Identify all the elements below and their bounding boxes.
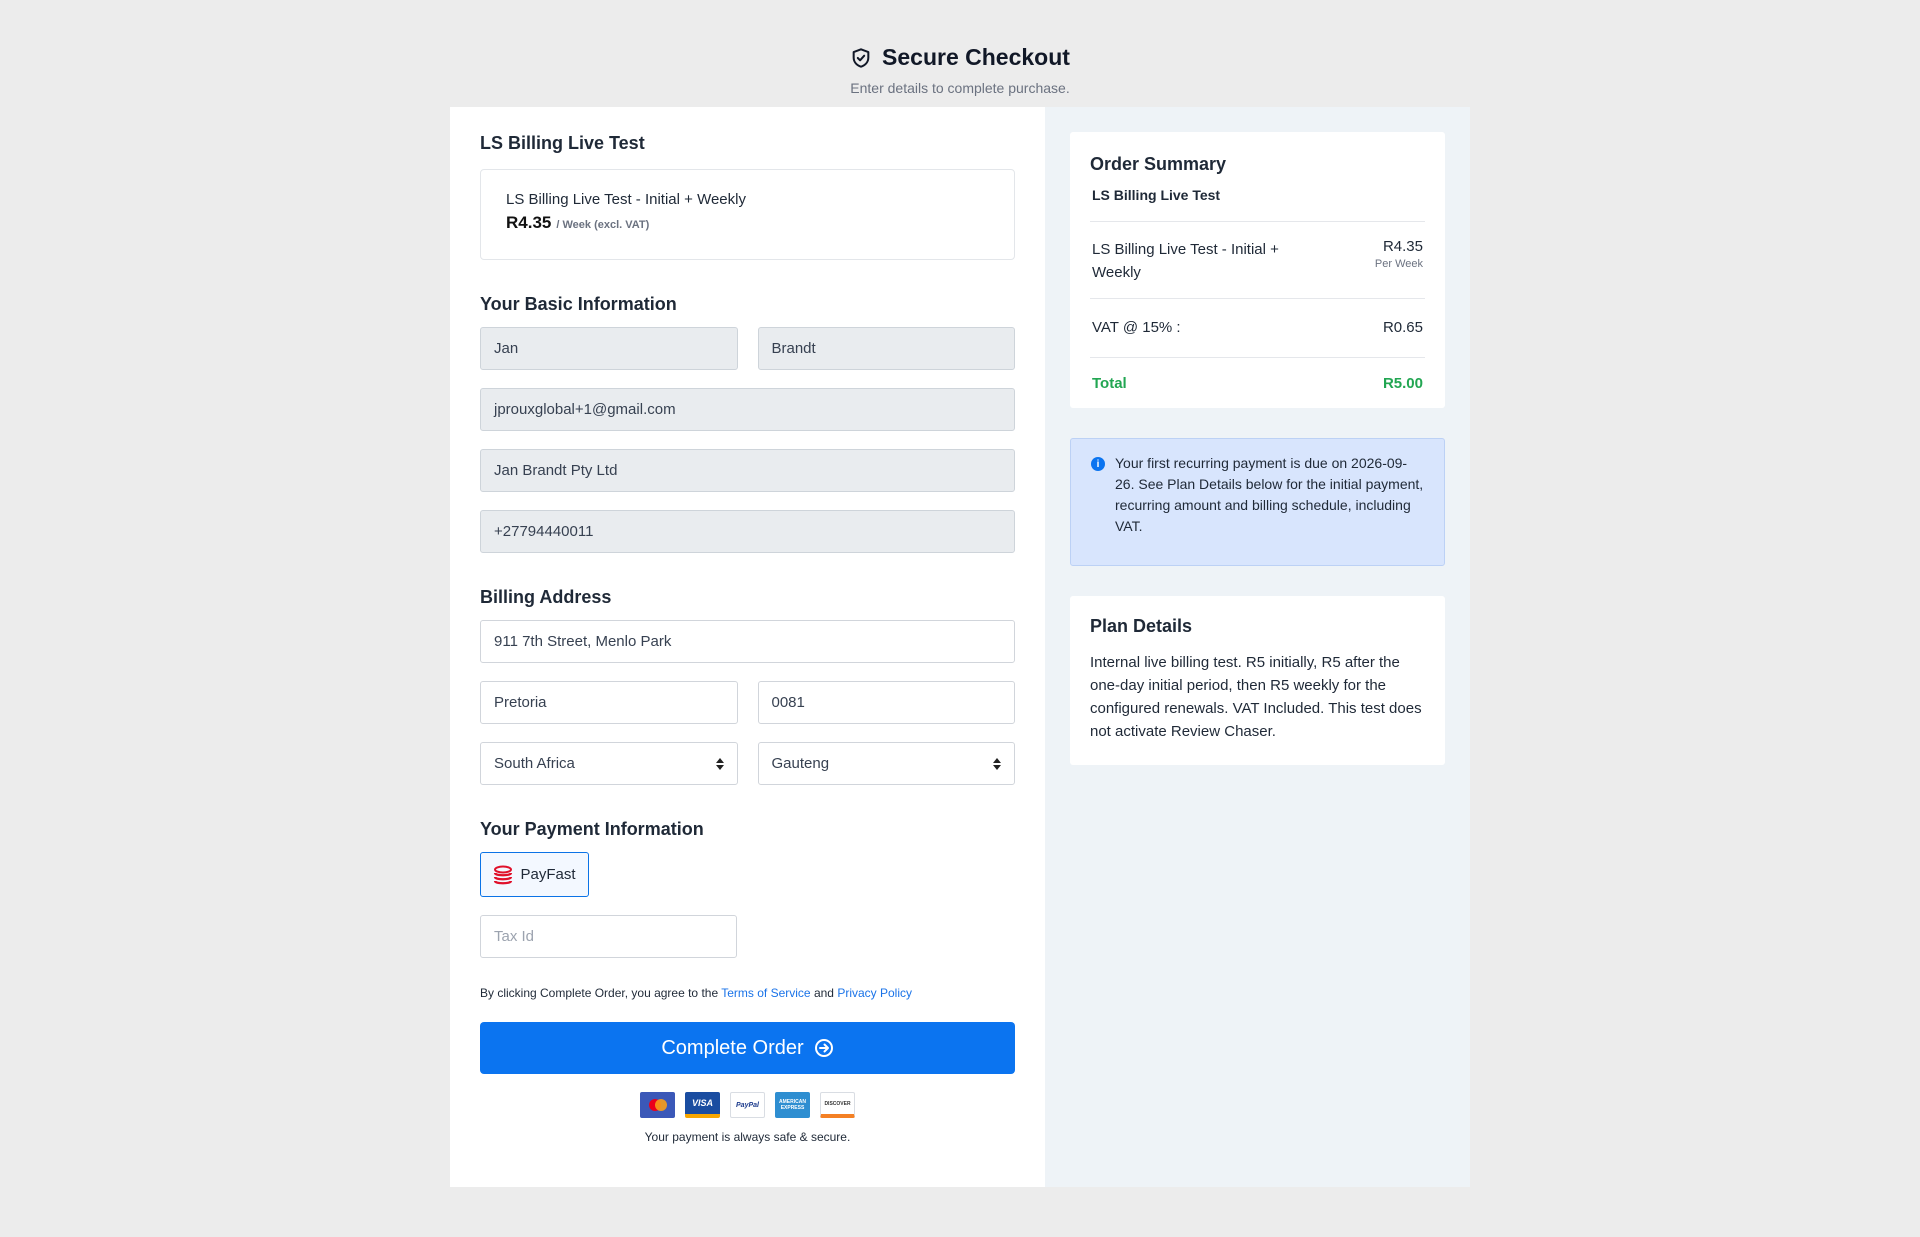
vat-label: VAT @ 15% : bbox=[1092, 319, 1181, 336]
order-summary-panel: Order Summary LS Billing Live Test LS Bi… bbox=[1070, 132, 1445, 408]
info-icon: i bbox=[1091, 457, 1105, 471]
sidebar: Order Summary LS Billing Live Test LS Bi… bbox=[1045, 107, 1470, 1187]
order-summary-title: Order Summary bbox=[1090, 154, 1227, 174]
notice-text: Your first recurring payment is due on 2… bbox=[1115, 455, 1424, 534]
plan-details-text: Internal live billing test. R5 initially… bbox=[1090, 654, 1422, 740]
price-unit: / Week (excl. VAT) bbox=[556, 219, 650, 231]
state-select-value: Gauteng bbox=[771, 755, 830, 772]
country-state-row: South Africa Gauteng bbox=[480, 742, 1015, 785]
basic-info-title: Your Basic Information bbox=[480, 294, 677, 314]
email-input[interactable]: jprouxglobal+1@gmail.com bbox=[480, 388, 1015, 431]
page-title: Secure Checkout bbox=[850, 44, 1070, 71]
secure-payment-text: Your payment is always safe & secure. bbox=[644, 1130, 851, 1144]
complete-order-label: Complete Order bbox=[661, 1036, 804, 1059]
shield-check-icon bbox=[852, 47, 870, 68]
country-select[interactable]: South Africa bbox=[480, 742, 738, 785]
line-item-label: LS Billing Live Test - Initial + Weekly bbox=[1092, 241, 1279, 281]
terms-and: and bbox=[813, 986, 834, 1000]
phone-input[interactable]: +27794440011 bbox=[480, 510, 1015, 553]
privacy-policy-link[interactable]: Privacy Policy bbox=[837, 986, 912, 1000]
state-select[interactable]: Gauteng bbox=[757, 742, 1015, 785]
summary-total-row: Total R5.00 bbox=[1090, 357, 1425, 392]
payfast-label: PayFast bbox=[520, 866, 576, 883]
payfast-method-button[interactable]: PayFast bbox=[480, 852, 589, 897]
product-card: LS Billing Live Test - Initial + Weekly … bbox=[480, 169, 1015, 260]
order-summary-product: LS Billing Live Test bbox=[1092, 187, 1221, 203]
line-item-amount: R4.35 bbox=[1382, 238, 1423, 255]
plan-details-title: Plan Details bbox=[1090, 616, 1193, 636]
page-title-text: Secure Checkout bbox=[882, 44, 1070, 70]
payfast-logo-icon bbox=[494, 865, 513, 884]
city-input[interactable]: Pretoria bbox=[480, 681, 738, 724]
product-name: LS Billing Live Test - Initial + Weekly bbox=[506, 191, 746, 208]
checkout-form: LS Billing Live Test LS Billing Live Tes… bbox=[450, 107, 1045, 1187]
mastercard-icon bbox=[640, 1092, 675, 1118]
company-input[interactable]: Jan Brandt Pty Ltd bbox=[480, 449, 1015, 492]
summary-vat-row: VAT @ 15% : R0.65 bbox=[1090, 298, 1425, 357]
vat-amount: R0.65 bbox=[1382, 319, 1423, 336]
name-row: Jan Brandt bbox=[480, 327, 1015, 370]
visa-icon: VISA bbox=[685, 1092, 720, 1118]
country-select-value: South Africa bbox=[494, 755, 575, 772]
total-amount: R5.00 bbox=[1382, 375, 1423, 392]
checkout-container: LS Billing Live Test LS Billing Live Tes… bbox=[450, 107, 1470, 1187]
product-price: R4.35 / Week (excl. VAT) bbox=[506, 213, 989, 233]
discover-icon: DISCOVER bbox=[820, 1092, 855, 1118]
arrow-right-circle-icon bbox=[814, 1039, 833, 1057]
last-name-input[interactable]: Brandt bbox=[757, 327, 1015, 370]
select-caret-icon bbox=[993, 757, 1001, 770]
plan-details-panel: Plan Details Internal live billing test.… bbox=[1070, 596, 1445, 765]
terms-of-service-link[interactable]: Terms of Service bbox=[721, 986, 810, 1000]
page-subtitle: Enter details to complete purchase. bbox=[850, 79, 1070, 96]
tax-id-input[interactable]: Tax Id bbox=[480, 915, 737, 958]
line-item-price: R4.35 Per Week bbox=[1375, 238, 1423, 284]
amex-icon: AMERICAN EXPRESS bbox=[775, 1092, 810, 1118]
line-item-period: Per Week bbox=[1374, 258, 1423, 270]
street-address-input[interactable]: 911 7th Street, Menlo Park bbox=[480, 620, 1015, 663]
product-section-title: LS Billing Live Test bbox=[480, 133, 645, 153]
page-header: Secure Checkout Enter details to complet… bbox=[0, 44, 1920, 96]
postal-code-input[interactable]: 0081 bbox=[757, 681, 1015, 724]
paypal-icon: PayPal bbox=[730, 1092, 765, 1118]
city-postal-row: Pretoria 0081 bbox=[480, 681, 1015, 724]
recurring-payment-notice: i Your first recurring payment is due on… bbox=[1070, 438, 1445, 566]
payment-info-title: Your Payment Information bbox=[480, 819, 704, 839]
accepted-cards: VISA PayPal AMERICAN EXPRESS DISCOVER bbox=[480, 1092, 1015, 1118]
billing-address-title: Billing Address bbox=[480, 587, 612, 607]
select-caret-icon bbox=[715, 757, 724, 770]
terms-prefix: By clicking Complete Order, you agree to… bbox=[480, 986, 719, 1000]
first-name-input[interactable]: Jan bbox=[480, 327, 738, 370]
terms-notice: By clicking Complete Order, you agree to… bbox=[480, 986, 1015, 1000]
summary-line-item: LS Billing Live Test - Initial + Weekly … bbox=[1090, 221, 1425, 298]
price-value: R4.35 bbox=[506, 213, 552, 232]
complete-order-button[interactable]: Complete Order bbox=[480, 1022, 1015, 1074]
total-label: Total bbox=[1092, 375, 1127, 392]
